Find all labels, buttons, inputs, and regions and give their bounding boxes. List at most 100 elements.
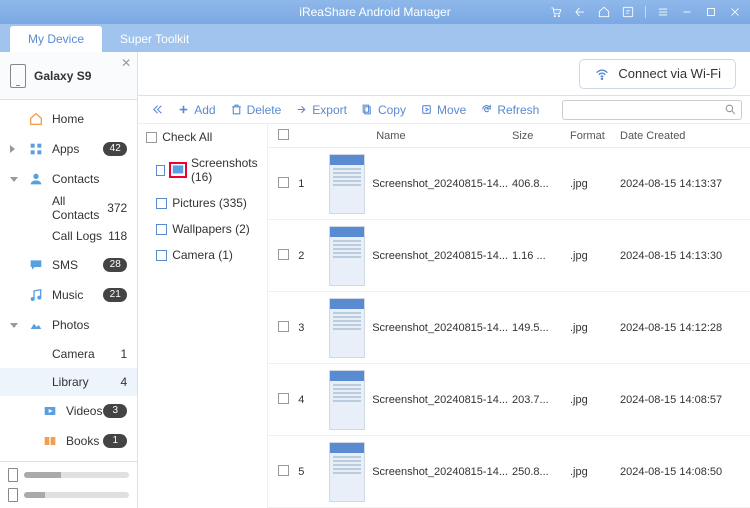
file-size: 1.16 ... [512, 250, 570, 262]
row-checkbox[interactable] [278, 177, 289, 188]
file-format: .jpg [570, 394, 620, 406]
thumbnail [329, 154, 365, 214]
file-size: 203.7... [512, 394, 570, 406]
row-number: 3 [298, 322, 322, 334]
table-row[interactable]: 3 Screenshot_20240815-14...149.5....jpg20… [268, 292, 750, 364]
tab-super-toolkit[interactable]: Super Toolkit [102, 26, 207, 52]
file-date: 2024-08-15 14:08:57 [620, 394, 750, 406]
apps-icon [28, 141, 44, 157]
sms-badge: 28 [103, 258, 127, 272]
file-size: 406.8... [512, 178, 570, 190]
back-icon[interactable] [573, 5, 587, 19]
checkbox[interactable] [156, 224, 167, 235]
thumbnail [329, 298, 365, 358]
maximize-icon[interactable] [704, 5, 718, 19]
window-title: iReaShare Android Manager [299, 5, 450, 19]
nav-books[interactable]: Books1 [0, 426, 137, 456]
sms-icon [28, 257, 44, 273]
tab-my-device[interactable]: My Device [10, 26, 102, 52]
nav-music[interactable]: Music21 [0, 280, 137, 310]
checkbox[interactable] [156, 250, 167, 261]
col-name[interactable]: Name [372, 130, 512, 142]
folder-camera[interactable]: Camera (1) [146, 242, 259, 268]
col-format[interactable]: Format [570, 130, 620, 142]
music-icon [28, 287, 44, 303]
copy-button[interactable]: Copy [357, 101, 410, 119]
folder-screenshots[interactable]: Screenshots (16) [146, 150, 259, 190]
checkbox[interactable] [146, 132, 157, 143]
file-format: .jpg [570, 466, 620, 478]
checkbox[interactable] [156, 198, 167, 209]
row-checkbox[interactable] [278, 465, 289, 476]
contacts-icon [28, 171, 44, 187]
titlebar-icons [549, 5, 742, 19]
internal-storage-bar [8, 468, 129, 482]
videos-badge: 3 [103, 404, 127, 418]
table-body: 1Screenshot_20240815-14...406.8....jpg20… [268, 148, 750, 508]
separator [645, 6, 646, 18]
check-all[interactable]: Check All [146, 130, 259, 144]
nav-videos[interactable]: Videos3 [0, 396, 137, 426]
file-size: 149.5... [512, 322, 570, 334]
row-number: 1 [298, 178, 322, 190]
cart-icon[interactable] [549, 5, 563, 19]
row-checkbox[interactable] [278, 321, 289, 332]
table-row[interactable]: 4Screenshot_20240815-14...203.7....jpg20… [268, 364, 750, 436]
close-icon[interactable] [728, 5, 742, 19]
move-button[interactable]: Move [416, 101, 470, 119]
camera-badge: 1 [121, 347, 128, 361]
file-date: 2024-08-15 14:13:37 [620, 178, 750, 190]
books-icon [42, 433, 58, 449]
check-all-rows[interactable] [278, 129, 289, 140]
folder-wallpapers[interactable]: Wallpapers (2) [146, 216, 259, 242]
table-row[interactable]: 5Screenshot_20240815-14...250.8....jpg20… [268, 436, 750, 508]
nav-sms[interactable]: SMS28 [0, 250, 137, 280]
sd-storage-icon [8, 488, 18, 502]
refresh-button[interactable]: Refresh [476, 101, 543, 119]
menu-icon[interactable] [656, 5, 670, 19]
home-icon[interactable] [597, 5, 611, 19]
row-checkbox[interactable] [278, 249, 289, 260]
connect-wifi-button[interactable]: Connect via Wi-Fi [579, 59, 736, 89]
music-badge: 21 [103, 288, 127, 302]
feedback-icon[interactable] [621, 5, 635, 19]
delete-button[interactable]: Delete [226, 101, 286, 119]
nav-call-logs[interactable]: Call Logs118 [0, 222, 137, 250]
phone-icon [10, 64, 26, 88]
photos-icon [28, 317, 44, 333]
nav-home[interactable]: Home [0, 104, 137, 134]
add-button[interactable]: Add [173, 101, 219, 119]
thumbnail [329, 370, 365, 430]
nav-contacts[interactable]: Contacts [0, 164, 137, 194]
table-row[interactable]: 2Screenshot_20240815-14...1.16 ....jpg20… [268, 220, 750, 292]
file-name: Screenshot_20240815-14... [372, 322, 512, 334]
nav-photos[interactable]: Photos [0, 310, 137, 340]
file-name: Screenshot_20240815-14... [372, 394, 512, 406]
device-close-icon[interactable]: ✕ [121, 56, 131, 70]
nav-all-contacts[interactable]: All Contacts372 [0, 194, 137, 222]
chevron-right-icon [10, 145, 15, 153]
thumbnail [329, 442, 365, 502]
file-date: 2024-08-15 14:12:28 [620, 322, 750, 334]
nav-camera[interactable]: Camera1 [0, 340, 137, 368]
row-checkbox[interactable] [278, 393, 289, 404]
file-format: .jpg [570, 322, 620, 334]
apps-badge: 42 [103, 142, 127, 156]
table-row[interactable]: 1Screenshot_20240815-14...406.8....jpg20… [268, 148, 750, 220]
row-number: 5 [298, 466, 322, 478]
nav-apps[interactable]: Apps42 [0, 134, 137, 164]
file-name: Screenshot_20240815-14... [372, 178, 512, 190]
chevron-down-icon [10, 177, 18, 182]
export-button[interactable]: Export [291, 101, 351, 119]
folder-icon [170, 163, 186, 177]
nav-library[interactable]: Library4 [0, 368, 137, 396]
minimize-icon[interactable] [680, 5, 694, 19]
folder-pictures[interactable]: Pictures (335) [146, 190, 259, 216]
col-date[interactable]: Date Created [620, 130, 750, 142]
col-size[interactable]: Size [512, 130, 570, 142]
search-input[interactable] [562, 100, 742, 120]
phone-storage-icon [8, 468, 18, 482]
thumbnail [329, 226, 365, 286]
checkbox[interactable] [156, 165, 165, 176]
collapse-button[interactable] [146, 101, 167, 118]
